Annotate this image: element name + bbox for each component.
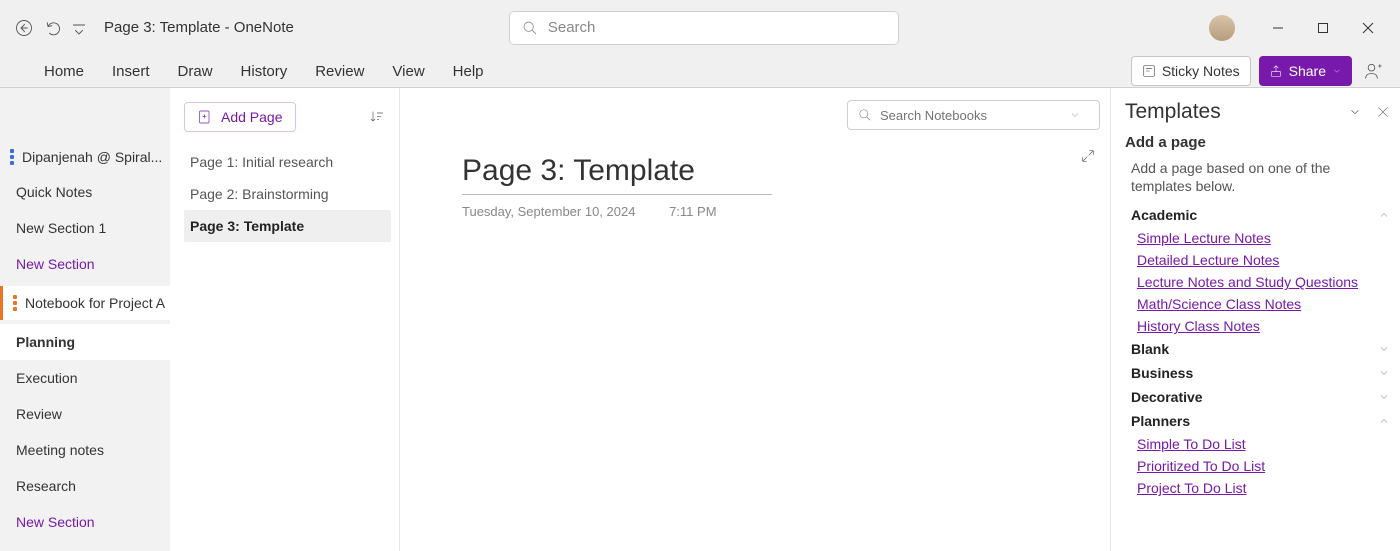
chevron-up-icon (1378, 415, 1390, 427)
template-link[interactable]: Simple Lecture Notes (1125, 227, 1390, 249)
maximize-button[interactable] (1300, 14, 1345, 42)
template-link[interactable]: Simple To Do List (1125, 433, 1390, 455)
page-item[interactable]: Page 3: Template (184, 210, 391, 242)
notebook-nav: Dipanjenah @ Spiral... Quick Notes New S… (0, 88, 170, 551)
category-label: Planners (1131, 413, 1190, 429)
notebook-color-icon (10, 149, 16, 165)
chevron-down-icon (1378, 367, 1390, 379)
page-meta: Tuesday, September 10, 2024 7:11 PM (462, 204, 717, 219)
menu-help[interactable]: Help (439, 55, 498, 88)
notebook-label: Dipanjenah @ Spiral... (22, 149, 162, 165)
page-time: 7:11 PM (669, 204, 716, 219)
sort-pages-button[interactable] (363, 103, 391, 131)
search-notebooks-input[interactable] (880, 108, 1069, 123)
category-label: Academic (1131, 207, 1197, 223)
share-icon (1269, 64, 1283, 78)
window-title: Page 3: Template - OneNote (104, 19, 294, 36)
section-new-section[interactable]: New Section (0, 246, 170, 282)
template-link[interactable]: Prioritized To Do List (1125, 455, 1390, 477)
add-page-button[interactable]: Add Page (184, 102, 296, 132)
presence-button[interactable] (1360, 57, 1388, 85)
page-list: Add Page Page 1: Initial research Page 2… (170, 88, 400, 551)
templates-description: Add a page based on one of the templates… (1131, 159, 1390, 195)
chevron-down-icon (1378, 343, 1390, 355)
section-research[interactable]: Research (0, 468, 170, 504)
category-label: Business (1131, 365, 1193, 381)
close-button[interactable] (1345, 14, 1390, 42)
template-link[interactable]: History Class Notes (1125, 315, 1390, 337)
section-execution[interactable]: Execution (0, 360, 170, 396)
page-title-input[interactable]: Page 3: Template (462, 154, 772, 195)
section-review[interactable]: Review (0, 396, 170, 432)
notebook-label: Notebook for Project A (25, 295, 165, 311)
templates-panel: Templates Add a page Add a page based on… (1110, 88, 1400, 551)
templates-subheading: Add a page (1125, 134, 1390, 151)
search-notebooks-box[interactable] (847, 100, 1100, 130)
close-panel-button[interactable] (1376, 105, 1390, 119)
template-category-decorative[interactable]: Decorative (1125, 385, 1390, 409)
search-icon (858, 108, 872, 122)
minimize-button[interactable] (1255, 14, 1300, 42)
share-label: Share (1289, 63, 1326, 79)
section-meeting-notes[interactable]: Meeting notes (0, 432, 170, 468)
template-category-planners[interactable]: Planners (1125, 409, 1390, 433)
customize-qat-button[interactable] (70, 14, 88, 42)
template-category-blank[interactable]: Blank (1125, 337, 1390, 361)
template-category-business[interactable]: Business (1125, 361, 1390, 385)
sticky-notes-label: Sticky Notes (1162, 63, 1240, 79)
share-button[interactable]: Share (1259, 56, 1352, 86)
template-link[interactable]: Project To Do List (1125, 477, 1390, 499)
template-category-academic[interactable]: Academic (1125, 203, 1390, 227)
section-new-section-1[interactable]: New Section 1 (0, 210, 170, 246)
sort-icon (369, 109, 385, 125)
page-item[interactable]: Page 1: Initial research (184, 146, 391, 178)
menu-draw[interactable]: Draw (164, 55, 227, 88)
category-label: Blank (1131, 341, 1169, 357)
menu-insert[interactable]: Insert (98, 55, 164, 88)
back-button[interactable] (10, 14, 38, 42)
search-icon (522, 20, 538, 36)
collapse-panel-button[interactable] (1348, 105, 1362, 119)
chevron-down-icon (1332, 66, 1342, 76)
menu-view[interactable]: View (378, 55, 438, 88)
add-page-icon (197, 109, 213, 125)
page-canvas[interactable]: Page 3: Template Tuesday, September 10, … (400, 88, 1110, 551)
menu-history[interactable]: History (227, 55, 302, 88)
user-avatar[interactable] (1209, 15, 1235, 41)
section-planning[interactable]: Planning (0, 324, 170, 360)
notebook-item[interactable]: Dipanjenah @ Spiral... (0, 140, 170, 174)
notebook-item[interactable]: Notebook for Project A (0, 286, 170, 320)
expand-page-button[interactable] (1080, 148, 1096, 169)
menu-review[interactable]: Review (301, 55, 378, 88)
section-quick-notes[interactable]: Quick Notes (0, 174, 170, 210)
search-input[interactable] (548, 19, 886, 36)
search-box[interactable] (509, 11, 899, 45)
chevron-up-icon (1378, 209, 1390, 221)
page-date: Tuesday, September 10, 2024 (462, 204, 635, 219)
template-link[interactable]: Math/Science Class Notes (1125, 293, 1390, 315)
sticky-notes-button[interactable]: Sticky Notes (1131, 56, 1251, 86)
template-link[interactable]: Detailed Lecture Notes (1125, 249, 1390, 271)
chevron-down-icon (1378, 391, 1390, 403)
section-new-section-2[interactable]: New Section (0, 504, 170, 540)
menu-home[interactable]: Home (30, 55, 98, 88)
page-item[interactable]: Page 2: Brainstorming (184, 178, 391, 210)
template-link[interactable]: Lecture Notes and Study Questions (1125, 271, 1390, 293)
templates-heading: Templates (1125, 100, 1221, 124)
notebook-color-icon (13, 295, 19, 311)
category-label: Decorative (1131, 389, 1203, 405)
add-page-label: Add Page (221, 109, 283, 125)
chevron-down-icon (1069, 109, 1081, 121)
undo-button[interactable] (40, 14, 68, 42)
sticky-note-icon (1142, 64, 1156, 78)
